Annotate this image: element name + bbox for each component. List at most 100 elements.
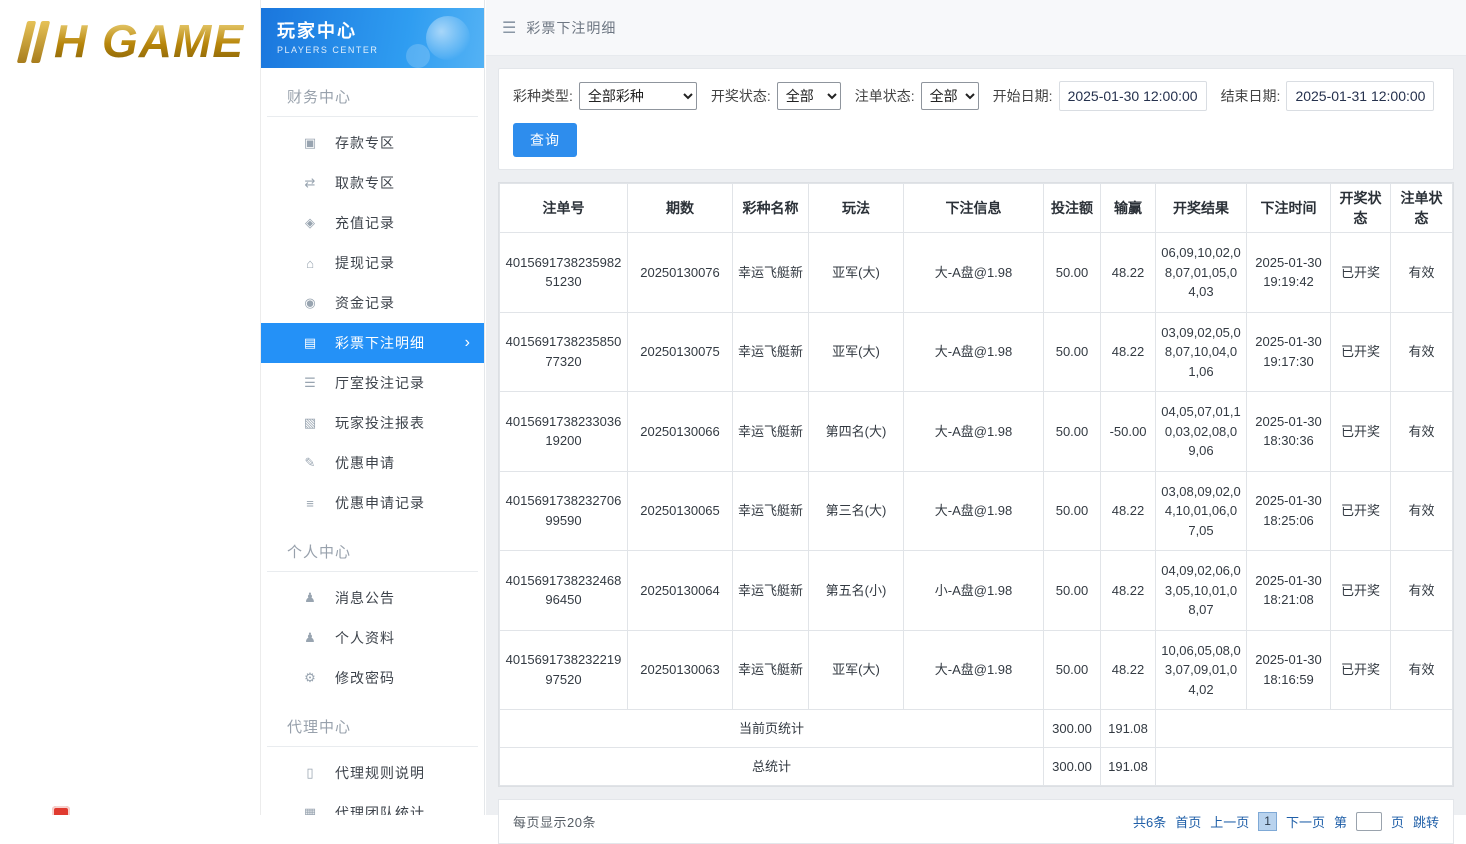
table-cell: 已开奖 <box>1331 551 1391 631</box>
sidebar-item-label: 提现记录 <box>335 253 395 273</box>
team-stats-icon: ▦ <box>301 805 319 815</box>
chevron-right-icon: › <box>465 334 470 352</box>
sidebar-item-player-bet-report[interactable]: ▧ 玩家投注报表 <box>261 403 484 443</box>
sidebar-item-change-password[interactable]: ⚙修改密码 <box>261 658 484 698</box>
menu-toggle-icon[interactable]: ☰ <box>502 18 516 38</box>
promo-record-icon: ≡ <box>301 496 319 511</box>
table-cell: 幸运飞艇新 <box>733 630 809 710</box>
table-cell: 2025-01-30 18:30:36 <box>1247 392 1331 472</box>
start-date-input[interactable] <box>1059 81 1207 111</box>
total-stats-row: 总统计300.00191.08 <box>500 748 1453 786</box>
sidebar-item-recharge-record[interactable]: ◈充值记录 <box>261 203 484 243</box>
lottery-type-label: 彩种类型: <box>513 86 573 106</box>
table-cell: 大-A盘@1.98 <box>904 312 1044 392</box>
table-cell: -50.00 <box>1101 392 1156 472</box>
sidebar-section: 财务中心▣存款专区⇄取款专区◈充值记录⌂提现记录◉资金记录▤彩票下注明细›☰厅室… <box>261 68 484 523</box>
sidebar-item-agent-rules[interactable]: ▯代理规则说明 <box>261 753 484 793</box>
table-cell: 有效 <box>1391 312 1453 392</box>
table-cell: 幸运飞艇新 <box>733 551 809 631</box>
logo-bars-icon <box>18 19 52 63</box>
column-header: 下注信息 <box>904 184 1044 233</box>
table-cell: 有效 <box>1391 630 1453 710</box>
sidebar-section: 代理中心▯代理规则说明▦代理团队统计 <box>261 698 484 815</box>
table-cell: 50.00 <box>1044 471 1101 551</box>
stats-label: 总统计 <box>500 748 1044 786</box>
table-cell: 03,08,09,02,04,10,01,06,07,05 <box>1156 471 1247 551</box>
end-date-label: 结束日期: <box>1221 86 1281 106</box>
table-cell: 50.00 <box>1044 392 1101 472</box>
table-cell: 大-A盘@1.98 <box>904 392 1044 472</box>
sidebar-item-funds-record[interactable]: ◉资金记录 <box>261 283 484 323</box>
table-row: 40156917382359825123020250130076幸运飞艇新亚军(… <box>500 233 1453 313</box>
table-cell: 04,09,02,06,03,05,10,01,08,07 <box>1156 551 1247 631</box>
query-button[interactable]: 查询 <box>513 123 577 157</box>
table-cell: 已开奖 <box>1331 471 1391 551</box>
brand-logo: H GAME <box>0 0 260 68</box>
table-cell: 2025-01-30 18:21:08 <box>1247 551 1331 631</box>
column-header: 开奖状态 <box>1331 184 1391 233</box>
table-cell: 大-A盘@1.98 <box>904 233 1044 313</box>
stats-empty <box>1156 710 1453 748</box>
column-header: 输赢 <box>1101 184 1156 233</box>
withdraw-icon: ⇄ <box>301 175 319 191</box>
sidebar-item-withdraw-zone[interactable]: ⇄取款专区 <box>261 163 484 203</box>
cashout-record-icon: ⌂ <box>301 256 319 271</box>
table-row: 40156917382358507732020250130075幸运飞艇新亚军(… <box>500 312 1453 392</box>
bet-detail-table: 注单号期数彩种名称玩法下注信息投注额输赢开奖结果下注时间开奖状态注单状态 401… <box>499 183 1453 786</box>
sidebar-title: 玩家中心 <box>277 17 484 43</box>
table-cell: 50.00 <box>1044 551 1101 631</box>
table-cell: 亚军(大) <box>809 630 904 710</box>
sidebar-item-promo-apply[interactable]: ✎优惠申请 <box>261 443 484 483</box>
topbar: ☰ 彩票下注明细 <box>486 0 1466 56</box>
table-cell: 401569173823221997520 <box>500 630 628 710</box>
table-cell: 已开奖 <box>1331 630 1391 710</box>
customer-service-icon[interactable] <box>52 806 70 815</box>
draw-status-select[interactable]: 全部 <box>777 82 841 110</box>
table-cell: 06,09,10,02,08,07,01,05,04,03 <box>1156 233 1247 313</box>
sidebar-item-personal-profile[interactable]: ♟个人资料 <box>261 618 484 658</box>
table-cell: 幸运飞艇新 <box>733 312 809 392</box>
column-header: 期数 <box>628 184 733 233</box>
person-icon: ♟ <box>301 630 319 646</box>
table-body: 40156917382359825123020250130076幸运飞艇新亚军(… <box>500 233 1453 786</box>
sidebar-item-label: 优惠申请记录 <box>335 493 425 513</box>
sidebar-item-agent-team[interactable]: ▦代理团队统计 <box>261 793 484 815</box>
bet-report-icon: ▧ <box>301 415 319 431</box>
sidebar-section-title: 个人中心 <box>267 529 478 572</box>
sidebar-item-lottery-bet-detail[interactable]: ▤彩票下注明细› <box>261 323 484 363</box>
table-cell: 小-A盘@1.98 <box>904 551 1044 631</box>
sidebar-item-label: 玩家投注报表 <box>335 413 425 433</box>
brand-panel: H GAME <box>0 0 260 815</box>
table-cell: 03,09,02,05,08,07,10,04,01,06 <box>1156 312 1247 392</box>
column-header: 开奖结果 <box>1156 184 1247 233</box>
filter-row: 彩种类型: 全部彩种 开奖状态: 全部 注单状态: 全部 开始日期: 结束日期: <box>513 81 1439 111</box>
sidebar-item-promo-apply-record[interactable]: ≡ 优惠申请记录 <box>261 483 484 523</box>
stats-label: 当前页统计 <box>500 710 1044 748</box>
document-icon: ▯ <box>301 765 319 781</box>
table-cell: 幸运飞艇新 <box>733 471 809 551</box>
table-cell: 2025-01-30 19:19:42 <box>1247 233 1331 313</box>
sidebar-item-hall-bet-record[interactable]: ☰厅室投注记录 <box>261 363 484 403</box>
table-cell: 20250130075 <box>628 312 733 392</box>
table-cell: 2025-01-30 18:25:06 <box>1247 471 1331 551</box>
sidebar-item-message-notice[interactable]: ♟消息公告 <box>261 578 484 618</box>
sidebar-section: 个人中心 ♟消息公告♟个人资料⚙修改密码 <box>261 523 484 698</box>
sidebar-item-deposit-zone[interactable]: ▣存款专区 <box>261 123 484 163</box>
filter-panel: 彩种类型: 全部彩种 开奖状态: 全部 注单状态: 全部 开始日期: 结束日期:… <box>498 68 1454 170</box>
lottery-type-select[interactable]: 全部彩种 <box>579 82 697 110</box>
table-cell: 50.00 <box>1044 233 1101 313</box>
sidebar-sections: 财务中心▣存款专区⇄取款专区◈充值记录⌂提现记录◉资金记录▤彩票下注明细›☰厅室… <box>261 68 484 815</box>
order-status-select[interactable]: 全部 <box>921 82 979 110</box>
sidebar-item-cashout-record[interactable]: ⌂ 提现记录 <box>261 243 484 283</box>
column-header: 注单状态 <box>1391 184 1453 233</box>
end-date-input[interactable] <box>1286 81 1434 111</box>
table-cell: 20250130076 <box>628 233 733 313</box>
table-cell: 401569173823598251230 <box>500 233 628 313</box>
bell-icon: ♟ <box>301 590 319 606</box>
table-cell: 2025-01-30 18:16:59 <box>1247 630 1331 710</box>
sidebar-item-label: 彩票下注明细 <box>335 333 425 353</box>
table-row: 40156917382322199752020250130063幸运飞艇新亚军(… <box>500 630 1453 710</box>
sidebar-item-label: 厅室投注记录 <box>335 373 425 393</box>
table-row: 40156917382324689645020250130064幸运飞艇新第五名… <box>500 551 1453 631</box>
draw-status-label: 开奖状态: <box>711 86 771 106</box>
